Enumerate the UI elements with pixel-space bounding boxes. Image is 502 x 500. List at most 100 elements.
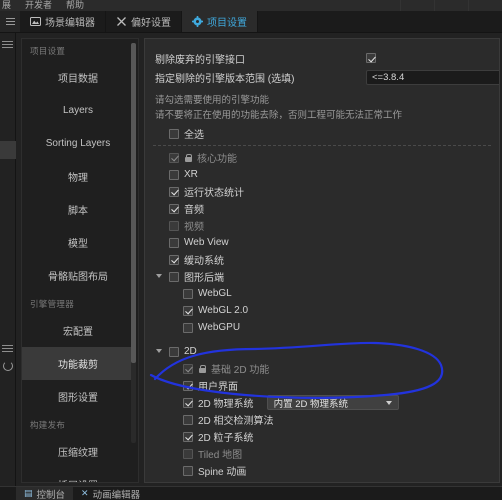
row-remove-deprecated: 剔除废弃的引擎接口 bbox=[145, 49, 499, 67]
feature-row[interactable]: 用户界面 bbox=[145, 377, 499, 394]
sidebar-scrollbar-thumb[interactable] bbox=[131, 43, 136, 363]
window-maximize-button[interactable] bbox=[434, 0, 468, 11]
feature-checkbox[interactable] bbox=[169, 186, 179, 197]
rail-menu-icon-top[interactable] bbox=[2, 39, 14, 49]
feature-cropping-panel: 剔除废弃的引擎接口 指定剔除的引擎版本范围 (选填) <=3.8.4 请勾选需要… bbox=[144, 38, 500, 483]
window-minimize-button[interactable] bbox=[400, 0, 434, 11]
sidebar-item[interactable]: 压缩纹理 bbox=[22, 435, 134, 468]
feature-row[interactable]: WebGPU bbox=[145, 319, 499, 336]
feature-checkbox[interactable] bbox=[183, 483, 193, 484]
feature-checkbox[interactable] bbox=[183, 448, 193, 459]
feature-checkbox[interactable] bbox=[183, 465, 193, 476]
select-all-label: 全选 bbox=[184, 130, 204, 141]
feature-checkbox[interactable] bbox=[169, 237, 179, 248]
physics-system-dropdown[interactable]: 内置 2D 物理系统 bbox=[266, 395, 399, 410]
row-select-all[interactable]: 全选 bbox=[145, 125, 499, 142]
version-range-input[interactable]: <=3.8.4 bbox=[366, 69, 499, 85]
menu-item-help[interactable]: 帮助 bbox=[66, 0, 84, 11]
feature-checkbox[interactable] bbox=[169, 271, 179, 282]
scene-icon bbox=[30, 16, 41, 27]
feature-row[interactable]: WebGL bbox=[145, 285, 499, 302]
sidebar-item[interactable]: 宏配置 bbox=[22, 314, 134, 347]
sidebar-item[interactable]: 物理 bbox=[22, 160, 134, 193]
caret-placeholder bbox=[155, 204, 164, 213]
gear-icon bbox=[192, 16, 203, 27]
feature-row[interactable]: Tiled 地图 bbox=[145, 445, 499, 462]
sidebar-item[interactable]: 插屏设置 bbox=[22, 468, 134, 482]
sidebar-item[interactable]: Sorting Layers bbox=[22, 127, 134, 160]
feature-row[interactable]: 缓动系统 bbox=[145, 251, 499, 268]
feature-row[interactable]: 视频 bbox=[145, 217, 499, 234]
feature-row[interactable]: 音频 bbox=[145, 200, 499, 217]
sidebar-item[interactable]: 脚本 bbox=[22, 193, 134, 226]
refresh-icon[interactable] bbox=[3, 361, 13, 371]
tab-project-settings-label: 项目设置 bbox=[207, 18, 247, 29]
feature-checkbox[interactable] bbox=[169, 152, 179, 163]
sidebar-scrollbar[interactable] bbox=[131, 43, 136, 443]
feature-checkbox[interactable] bbox=[183, 380, 193, 391]
feature-checkbox[interactable] bbox=[169, 220, 179, 231]
feature-checkbox[interactable] bbox=[169, 203, 179, 214]
menu-item-extend[interactable]: 展 bbox=[2, 0, 11, 11]
bottom-tab-animation-editor[interactable]: ✕ 动画编辑器 bbox=[73, 487, 148, 500]
sidebar-item[interactable]: 项目数据 bbox=[22, 61, 134, 94]
tab-preferences[interactable]: 偏好设置 bbox=[106, 11, 182, 32]
feature-checkbox[interactable] bbox=[183, 363, 193, 374]
window-close-button[interactable] bbox=[468, 0, 502, 11]
feature-row[interactable]: 2D 物理系统 内置 2D 物理系统 bbox=[145, 394, 499, 411]
menu-hamburger-icon[interactable] bbox=[0, 11, 20, 32]
sidebar-group-title: 构建发布 bbox=[30, 420, 66, 430]
caret-placeholder bbox=[169, 289, 178, 298]
menu-item-developer[interactable]: 开发者 bbox=[25, 0, 52, 11]
feature-row[interactable]: Spine 动画 bbox=[145, 462, 499, 479]
hint-line-1: 请勾选需要使用的引擎功能 bbox=[155, 95, 270, 106]
feature-label: 2D bbox=[184, 346, 197, 357]
remove-deprecated-checkbox[interactable] bbox=[366, 53, 376, 63]
feature-checkbox[interactable] bbox=[183, 305, 193, 316]
sidebar-item[interactable]: Layers bbox=[22, 94, 134, 127]
hint-line-2: 请不要将正在使用的功能去除，否则工程可能无法正常工作 bbox=[155, 110, 403, 121]
menu-bar: 展 开发者 帮助 bbox=[0, 0, 502, 11]
caret-placeholder bbox=[155, 221, 164, 230]
sidebar-item[interactable]: 模型 bbox=[22, 226, 134, 259]
sidebar-item[interactable]: 功能裁剪 bbox=[22, 347, 134, 380]
feature-row[interactable]: 图形后端 bbox=[145, 268, 499, 285]
caret-placeholder bbox=[155, 238, 164, 247]
tab-scene-editor-label: 场景编辑器 bbox=[45, 18, 95, 29]
feature-checkbox[interactable] bbox=[183, 322, 193, 333]
feature-row[interactable]: 运行状态统计 bbox=[145, 183, 499, 200]
select-all-checkbox[interactable] bbox=[169, 128, 179, 139]
feature-spacer bbox=[145, 336, 499, 343]
divider bbox=[153, 145, 491, 146]
feature-label: 视频 bbox=[184, 222, 204, 233]
sidebar-item[interactable]: 图形设置 bbox=[22, 380, 134, 413]
tab-project-settings[interactable]: 项目设置 bbox=[182, 11, 258, 32]
feature-row[interactable]: Web View bbox=[145, 234, 499, 251]
feature-checkbox[interactable] bbox=[169, 169, 179, 180]
feature-checkbox[interactable] bbox=[183, 414, 193, 425]
feature-checkbox[interactable] bbox=[183, 431, 193, 442]
feature-label: Spine 动画 bbox=[198, 467, 247, 478]
feature-row[interactable]: 2D 粒子系统 bbox=[145, 428, 499, 445]
feature-row[interactable]: 2D 相交检测算法 bbox=[145, 411, 499, 428]
chevron-down-icon[interactable] bbox=[155, 347, 164, 356]
sidebar-list: 项目设置 项目数据 Layers Sorting Layers 物理 脚本 模型 骨骼贴图布局… bbox=[22, 39, 134, 482]
feature-checkbox[interactable] bbox=[169, 254, 179, 265]
feature-checkbox[interactable] bbox=[183, 288, 193, 299]
rail-menu-icon-middle[interactable] bbox=[2, 343, 14, 353]
bottom-tab-console[interactable]: ▤ 控制台 bbox=[16, 487, 74, 500]
tab-scene-editor[interactable]: 场景编辑器 bbox=[20, 11, 106, 32]
window-controls[interactable] bbox=[400, 0, 502, 11]
feature-checkbox[interactable] bbox=[183, 397, 193, 408]
feature-row[interactable]: XR bbox=[145, 166, 499, 183]
bottom-tab-console-label: 控制台 bbox=[36, 489, 66, 500]
feature-row[interactable]: WebGL 2.0 bbox=[145, 302, 499, 319]
feature-row[interactable]: 基础 2D 功能 bbox=[145, 360, 499, 377]
settings-sidebar[interactable]: 项目设置 项目数据 Layers Sorting Layers 物理 脚本 模型 骨骼贴图布局… bbox=[21, 38, 139, 483]
feature-row[interactable]: 2D bbox=[145, 343, 499, 360]
feature-row[interactable]: Dragon Bones bbox=[145, 479, 499, 484]
chevron-down-icon[interactable] bbox=[155, 272, 164, 281]
sidebar-item[interactable]: 骨骼贴图布局 bbox=[22, 259, 134, 292]
feature-checkbox[interactable] bbox=[169, 346, 179, 357]
feature-row[interactable]: 核心功能 bbox=[145, 149, 499, 166]
